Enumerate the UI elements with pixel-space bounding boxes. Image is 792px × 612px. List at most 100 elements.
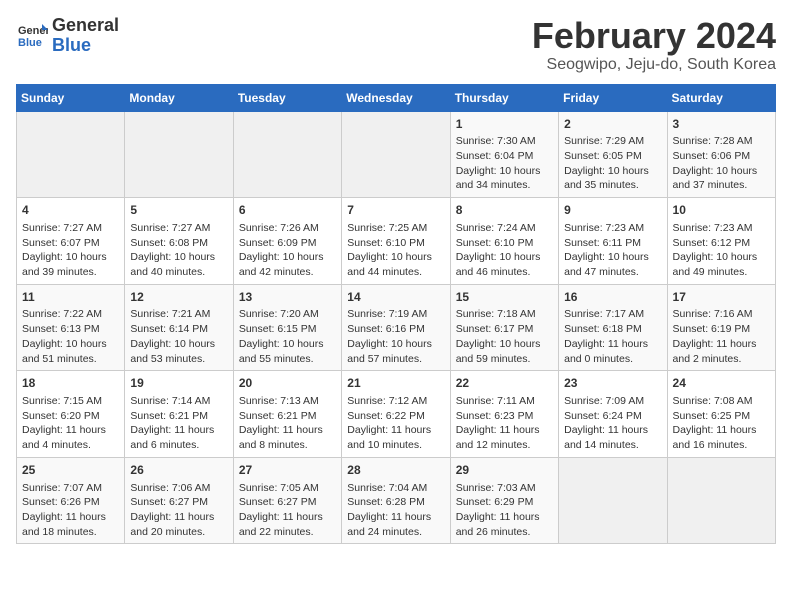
weekday-header-cell: Monday (125, 84, 233, 111)
day-number: 24 (673, 375, 770, 392)
calendar-week-row: 25Sunrise: 7:07 AM Sunset: 6:26 PM Dayli… (17, 457, 776, 544)
day-info: Sunrise: 7:28 AM Sunset: 6:06 PM Dayligh… (673, 134, 770, 193)
day-number: 13 (239, 289, 336, 306)
weekday-header-cell: Friday (559, 84, 667, 111)
calendar-day-cell: 17Sunrise: 7:16 AM Sunset: 6:19 PM Dayli… (667, 284, 775, 371)
day-info: Sunrise: 7:20 AM Sunset: 6:15 PM Dayligh… (239, 307, 336, 366)
day-number: 1 (456, 116, 553, 133)
day-number: 12 (130, 289, 227, 306)
weekday-header-cell: Wednesday (342, 84, 450, 111)
calendar-week-row: 11Sunrise: 7:22 AM Sunset: 6:13 PM Dayli… (17, 284, 776, 371)
day-info: Sunrise: 7:15 AM Sunset: 6:20 PM Dayligh… (22, 394, 119, 453)
day-info: Sunrise: 7:05 AM Sunset: 6:27 PM Dayligh… (239, 481, 336, 540)
day-number: 28 (347, 462, 444, 479)
day-number: 6 (239, 202, 336, 219)
day-number: 17 (673, 289, 770, 306)
logo: General Blue General Blue (16, 16, 119, 56)
calendar-day-cell: 16Sunrise: 7:17 AM Sunset: 6:18 PM Dayli… (559, 284, 667, 371)
day-number: 8 (456, 202, 553, 219)
weekday-header-cell: Saturday (667, 84, 775, 111)
logo-general-text: General (52, 15, 119, 35)
day-info: Sunrise: 7:03 AM Sunset: 6:29 PM Dayligh… (456, 481, 553, 540)
calendar-day-cell: 20 Sunrise: 7:13 AM Sunset: 6:21 PM Dayli… (233, 371, 341, 458)
day-info: Sunrise: 7:07 AM Sunset: 6:26 PM Dayligh… (22, 481, 119, 540)
calendar-day-cell: 1Sunrise: 7:30 AM Sunset: 6:04 PM Daylig… (450, 111, 558, 198)
day-info: Sunrise: 7:17 AM Sunset: 6:18 PM Dayligh… (564, 307, 661, 366)
calendar-day-cell: 14Sunrise: 7:19 AM Sunset: 6:16 PM Dayli… (342, 284, 450, 371)
calendar-day-cell: 3Sunrise: 7:28 AM Sunset: 6:06 PM Daylig… (667, 111, 775, 198)
calendar-day-cell: 18 Sunrise: 7:15 AM Sunset: 6:20 PM Dayli… (17, 371, 125, 458)
day-info: Sunrise: 7:18 AM Sunset: 6:17 PM Dayligh… (456, 307, 553, 366)
calendar-day-cell: 15Sunrise: 7:18 AM Sunset: 6:17 PM Dayli… (450, 284, 558, 371)
day-number: 2 (564, 116, 661, 133)
day-number: 10 (673, 202, 770, 219)
day-info: Sunrise: 7:27 AM Sunset: 6:08 PM Dayligh… (130, 221, 227, 280)
month-title: February 2024 (532, 16, 776, 56)
day-info: Sunrise: 7:25 AM Sunset: 6:10 PM Dayligh… (347, 221, 444, 280)
calendar-day-cell: 25Sunrise: 7:07 AM Sunset: 6:26 PM Dayli… (17, 457, 125, 544)
weekday-header-cell: Thursday (450, 84, 558, 111)
day-number: 11 (22, 289, 119, 306)
location: Seogwipo, Jeju-do, South Korea (532, 56, 776, 74)
calendar-day-cell: 26Sunrise: 7:06 AM Sunset: 6:27 PM Dayli… (125, 457, 233, 544)
weekday-header-cell: Sunday (17, 84, 125, 111)
day-info: Sunrise: 7:12 AM Sunset: 6:22 PM Dayligh… (347, 394, 444, 453)
calendar-day-cell: 22Sunrise: 7:11 AM Sunset: 6:23 PM Dayli… (450, 371, 558, 458)
day-info: Sunrise: 7:09 AM Sunset: 6:24 PM Dayligh… (564, 394, 661, 453)
day-number: 19 (130, 375, 227, 392)
calendar-day-cell: 27 Sunrise: 7:05 AM Sunset: 6:27 PM Dayli… (233, 457, 341, 544)
calendar-day-cell: 12Sunrise: 7:21 AM Sunset: 6:14 PM Dayli… (125, 284, 233, 371)
calendar-day-cell: 4Sunrise: 7:27 AM Sunset: 6:07 PM Daylig… (17, 198, 125, 285)
calendar-day-cell (17, 111, 125, 198)
day-info: Sunrise: 7:30 AM Sunset: 6:04 PM Dayligh… (456, 134, 553, 193)
day-number: 3 (673, 116, 770, 133)
day-number: 29 (456, 462, 553, 479)
day-info: Sunrise: 7:23 AM Sunset: 6:11 PM Dayligh… (564, 221, 661, 280)
day-info: Sunrise: 7:08 AM Sunset: 6:25 PM Dayligh… (673, 394, 770, 453)
day-number: 16 (564, 289, 661, 306)
day-number: 18 (22, 375, 119, 392)
calendar-week-row: 18 Sunrise: 7:15 AM Sunset: 6:20 PM Dayli… (17, 371, 776, 458)
calendar-table: SundayMondayTuesdayWednesdayThursdayFrid… (16, 84, 776, 545)
calendar-day-cell (233, 111, 341, 198)
logo-icon: General Blue (16, 20, 48, 52)
day-number: 23 (564, 375, 661, 392)
calendar-day-cell: 13Sunrise: 7:20 AM Sunset: 6:15 PM Dayli… (233, 284, 341, 371)
day-info: Sunrise: 7:19 AM Sunset: 6:16 PM Dayligh… (347, 307, 444, 366)
calendar-day-cell (125, 111, 233, 198)
calendar-day-cell: 9Sunrise: 7:23 AM Sunset: 6:11 PM Daylig… (559, 198, 667, 285)
calendar-day-cell: 21 Sunrise: 7:12 AM Sunset: 6:22 PM Dayli… (342, 371, 450, 458)
day-info: Sunrise: 7:29 AM Sunset: 6:05 PM Dayligh… (564, 134, 661, 193)
calendar-day-cell (559, 457, 667, 544)
day-number: 21 (347, 375, 444, 392)
calendar-day-cell: 29 Sunrise: 7:03 AM Sunset: 6:29 PM Dayli… (450, 457, 558, 544)
calendar-day-cell: 8 Sunrise: 7:24 AM Sunset: 6:10 PM Daylig… (450, 198, 558, 285)
day-number: 5 (130, 202, 227, 219)
header: General Blue General Blue February 2024 … (16, 16, 776, 74)
calendar-day-cell: 2Sunrise: 7:29 AM Sunset: 6:05 PM Daylig… (559, 111, 667, 198)
day-number: 7 (347, 202, 444, 219)
calendar-day-cell: 5 Sunrise: 7:27 AM Sunset: 6:08 PM Daylig… (125, 198, 233, 285)
day-info: Sunrise: 7:24 AM Sunset: 6:10 PM Dayligh… (456, 221, 553, 280)
weekday-header-cell: Tuesday (233, 84, 341, 111)
day-info: Sunrise: 7:14 AM Sunset: 6:21 PM Dayligh… (130, 394, 227, 453)
weekday-header-row: SundayMondayTuesdayWednesdayThursdayFrid… (17, 84, 776, 111)
day-info: Sunrise: 7:22 AM Sunset: 6:13 PM Dayligh… (22, 307, 119, 366)
day-info: Sunrise: 7:23 AM Sunset: 6:12 PM Dayligh… (673, 221, 770, 280)
day-info: Sunrise: 7:16 AM Sunset: 6:19 PM Dayligh… (673, 307, 770, 366)
day-number: 20 (239, 375, 336, 392)
calendar-day-cell: 19 Sunrise: 7:14 AM Sunset: 6:21 PM Dayli… (125, 371, 233, 458)
calendar-day-cell (342, 111, 450, 198)
day-info: Sunrise: 7:21 AM Sunset: 6:14 PM Dayligh… (130, 307, 227, 366)
calendar-day-cell: 28Sunrise: 7:04 AM Sunset: 6:28 PM Dayli… (342, 457, 450, 544)
day-number: 27 (239, 462, 336, 479)
logo-blue-text: Blue (52, 35, 91, 55)
day-info: Sunrise: 7:13 AM Sunset: 6:21 PM Dayligh… (239, 394, 336, 453)
calendar-week-row: 1Sunrise: 7:30 AM Sunset: 6:04 PM Daylig… (17, 111, 776, 198)
calendar-week-row: 4Sunrise: 7:27 AM Sunset: 6:07 PM Daylig… (17, 198, 776, 285)
day-info: Sunrise: 7:06 AM Sunset: 6:27 PM Dayligh… (130, 481, 227, 540)
day-info: Sunrise: 7:26 AM Sunset: 6:09 PM Dayligh… (239, 221, 336, 280)
day-info: Sunrise: 7:27 AM Sunset: 6:07 PM Dayligh… (22, 221, 119, 280)
calendar-day-cell: 11Sunrise: 7:22 AM Sunset: 6:13 PM Dayli… (17, 284, 125, 371)
calendar-day-cell (667, 457, 775, 544)
